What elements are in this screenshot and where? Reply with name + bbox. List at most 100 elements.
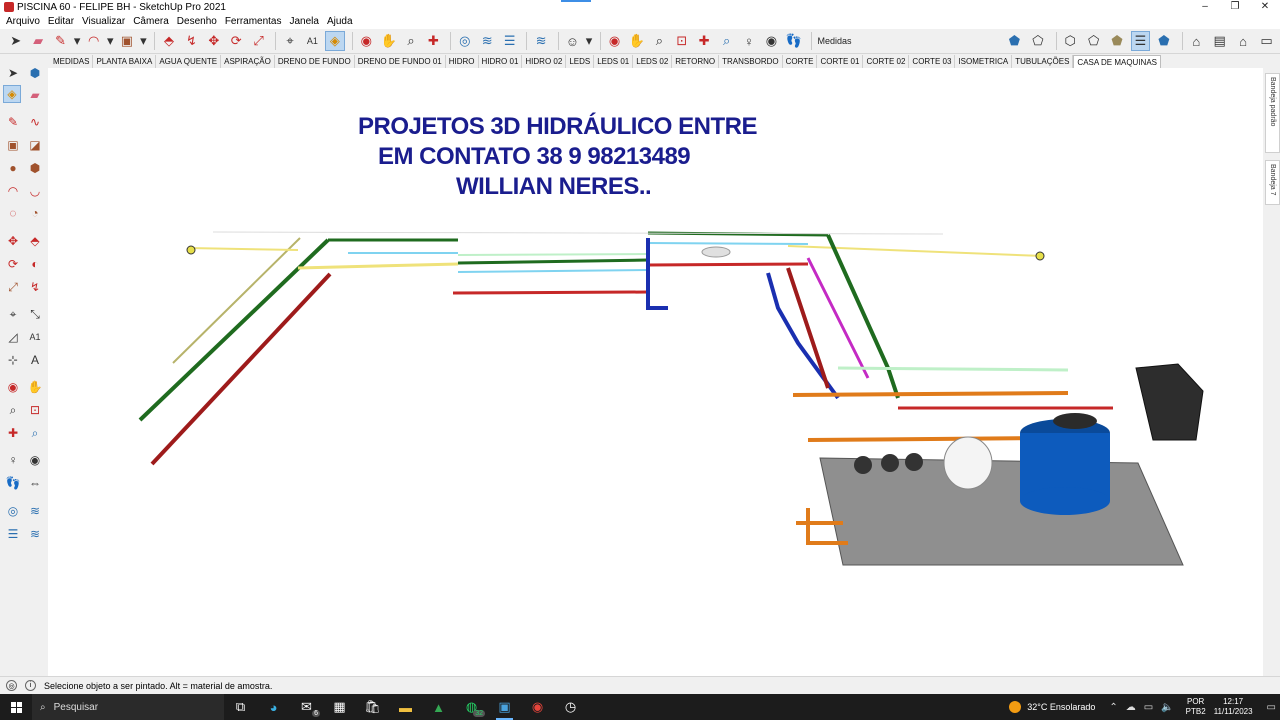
dropdown-arrow-icon[interactable]: ▾ bbox=[73, 31, 81, 51]
minimize-button[interactable]: – bbox=[1190, 0, 1220, 14]
freehand-tool-icon[interactable]: ∿ bbox=[26, 113, 44, 131]
rotate-tool-icon[interactable]: ⟳ bbox=[227, 31, 246, 51]
scene-tab[interactable]: ASPIRAÇÃO bbox=[221, 55, 275, 68]
sandbox-scratch-icon[interactable]: ≋ bbox=[26, 502, 44, 520]
top-view-icon[interactable]: ▤ bbox=[1210, 31, 1229, 51]
pan-tool-icon[interactable]: ✋ bbox=[379, 31, 398, 51]
zoom-tool-icon[interactable]: ⌕ bbox=[4, 401, 22, 419]
text-tool-icon[interactable]: A1 bbox=[303, 31, 322, 51]
zoom-extents-tool-icon[interactable]: ✚ bbox=[424, 31, 443, 51]
right-view-icon[interactable]: ▭ bbox=[1257, 31, 1276, 51]
shaded-textures-style-icon[interactable]: ⬟ bbox=[1107, 31, 1126, 51]
look-around-icon[interactable]: ◉ bbox=[26, 451, 44, 469]
three-point-arc-icon[interactable]: ◌ bbox=[4, 204, 22, 222]
weather-widget[interactable]: 32°C Ensolarado bbox=[1009, 701, 1095, 713]
look-around-icon[interactable]: ◉ bbox=[762, 31, 781, 51]
shaded-style-icon[interactable]: ⬠ bbox=[1084, 31, 1103, 51]
two-point-arc-icon[interactable]: ◡ bbox=[26, 182, 44, 200]
walk-icon[interactable]: 👣 bbox=[784, 31, 803, 51]
orbit-camera-icon[interactable]: ◉ bbox=[605, 31, 624, 51]
zoom-extents-icon[interactable]: ✚ bbox=[4, 424, 22, 442]
taskbar-search[interactable]: ⌕ Pesquisar bbox=[32, 694, 224, 720]
dropdown-arrow-icon[interactable]: ▾ bbox=[106, 31, 114, 51]
close-button[interactable]: ✕ bbox=[1250, 0, 1280, 14]
scene-tab[interactable]: LEDS 02 bbox=[633, 55, 673, 68]
sandbox-contours-icon[interactable]: ◎ bbox=[455, 31, 474, 51]
monochrome-style-icon[interactable]: ☰ bbox=[1130, 31, 1151, 51]
scene-tab[interactable]: MEDIDAS bbox=[50, 55, 94, 68]
scene-tab[interactable]: LEDS 01 bbox=[594, 55, 634, 68]
measurements-box[interactable]: Medidas bbox=[810, 32, 1005, 50]
position-camera-icon[interactable]: ♀ bbox=[739, 31, 758, 51]
scene-tab[interactable]: CORTE 01 bbox=[817, 55, 864, 68]
zoom-camera-icon[interactable]: ⌕ bbox=[650, 31, 669, 51]
xray-style-icon[interactable]: ⬟ bbox=[1005, 31, 1024, 51]
push-pull-tool-icon[interactable]: ⬘ bbox=[26, 232, 44, 250]
component-tool-icon[interactable]: ⬢ bbox=[26, 64, 44, 82]
chevron-up-icon[interactable]: ⌃ bbox=[1109, 702, 1117, 713]
scene-tab[interactable]: TRANSBORDO bbox=[719, 55, 783, 68]
scene-tab[interactable]: HIDRO bbox=[446, 55, 479, 68]
scene-tab[interactable]: AGUA QUENTE bbox=[156, 55, 222, 68]
rotate-tool-icon[interactable]: ⟳ bbox=[4, 255, 22, 273]
language-indicator[interactable]: POR PTB2 bbox=[1186, 697, 1206, 717]
text-tool-icon[interactable]: A1 bbox=[26, 328, 44, 346]
line-tool-icon[interactable]: ✎ bbox=[51, 31, 70, 51]
eraser-tool-icon[interactable]: ▰ bbox=[28, 31, 47, 51]
scene-tab[interactable]: ISOMETRICA bbox=[955, 55, 1013, 68]
scene-tab[interactable]: HIDRO 02 bbox=[522, 55, 567, 68]
calculator-icon[interactable]: ▦ bbox=[323, 694, 356, 720]
rectangle-tool-icon[interactable]: ▣ bbox=[4, 136, 22, 154]
menu-janela[interactable]: Janela bbox=[287, 16, 324, 27]
axes-tool-icon[interactable]: ⊹ bbox=[4, 351, 22, 369]
paint-bucket-tool-icon[interactable]: ◈ bbox=[325, 31, 345, 51]
user-account-icon[interactable]: ☺ bbox=[563, 31, 582, 51]
zoom-window-icon[interactable]: ⊡ bbox=[26, 401, 44, 419]
rectangle-tool-icon[interactable]: ▣ bbox=[117, 31, 136, 51]
sandbox-smoove-icon[interactable]: ☰ bbox=[500, 31, 519, 51]
paint-bucket-tool-icon[interactable]: ◈ bbox=[3, 85, 21, 103]
dimension-tool-icon[interactable]: ⤡ bbox=[26, 305, 44, 323]
section-plane-icon[interactable]: ⇔ bbox=[26, 474, 44, 492]
menu-visualizar[interactable]: Visualizar bbox=[79, 16, 130, 27]
menu-arquivo[interactable]: Arquivo bbox=[3, 16, 45, 27]
scene-tab[interactable]: TUBULAÇÕES bbox=[1012, 55, 1074, 68]
scene-tab-active[interactable]: CASA DE MAQUINAS bbox=[1073, 55, 1161, 68]
wireframe-style-icon[interactable]: ⬠ bbox=[1028, 31, 1047, 51]
pie-tool-icon[interactable]: ◔ bbox=[26, 204, 44, 222]
arc-tool-icon[interactable]: ◠ bbox=[4, 182, 22, 200]
sandbox-smoove-icon[interactable]: ☰ bbox=[4, 525, 22, 543]
store-icon[interactable]: 🛍 bbox=[356, 694, 389, 720]
sketchup-taskbar-icon[interactable]: ▣ bbox=[488, 694, 521, 720]
offset-tool-icon[interactable]: ↯ bbox=[26, 278, 44, 296]
line-tool-icon[interactable]: ✎ bbox=[4, 113, 22, 131]
onedrive-icon[interactable]: ☁ bbox=[1126, 702, 1136, 713]
file-explorer-icon[interactable]: ▬ bbox=[389, 694, 422, 720]
arc-tool-icon[interactable]: ◠ bbox=[84, 31, 103, 51]
push-pull-tool-icon[interactable]: ⬘ bbox=[159, 31, 178, 51]
scene-tab[interactable]: PLANTA BAIXA bbox=[93, 55, 157, 68]
sandbox-stamp-icon[interactable]: ≋ bbox=[26, 525, 44, 543]
maximize-button[interactable]: ❐ bbox=[1220, 0, 1250, 14]
tape-measure-tool-icon[interactable]: ⌖ bbox=[280, 31, 299, 51]
info-icon[interactable]: i bbox=[25, 680, 36, 691]
scene-tab[interactable]: CORTE bbox=[783, 55, 818, 68]
scene-tab[interactable]: LEDS bbox=[566, 55, 595, 68]
clock-app-icon[interactable]: ◷ bbox=[554, 694, 587, 720]
select-tool-icon[interactable]: ➤ bbox=[6, 31, 25, 51]
google-drive-icon[interactable]: ▲ bbox=[422, 694, 455, 720]
scene-tab[interactable]: DRENO DE FUNDO 01 bbox=[355, 55, 446, 68]
orbit-tool-icon[interactable]: ◉ bbox=[4, 378, 22, 396]
iso-view-icon[interactable]: ⌂ bbox=[1187, 31, 1206, 51]
3d-text-tool-icon[interactable]: A bbox=[26, 351, 44, 369]
position-camera-icon[interactable]: ♀ bbox=[4, 451, 22, 469]
front-view-icon[interactable]: ⌂ bbox=[1233, 31, 1252, 51]
menu-camera[interactable]: Câmera bbox=[130, 16, 174, 27]
sandbox-contours-icon[interactable]: ◎ bbox=[4, 502, 22, 520]
rotated-rectangle-icon[interactable]: ◪ bbox=[26, 136, 44, 154]
model-viewport[interactable]: PROJETOS 3D HIDRÁULICO ENTRE EM CONTATO … bbox=[48, 68, 1263, 676]
move-tool-icon[interactable]: ✥ bbox=[4, 232, 22, 250]
zoom-extents-icon[interactable]: ✚ bbox=[694, 31, 713, 51]
menu-desenho[interactable]: Desenho bbox=[174, 16, 222, 27]
scale-tool-icon[interactable]: ⤢ bbox=[4, 278, 22, 296]
